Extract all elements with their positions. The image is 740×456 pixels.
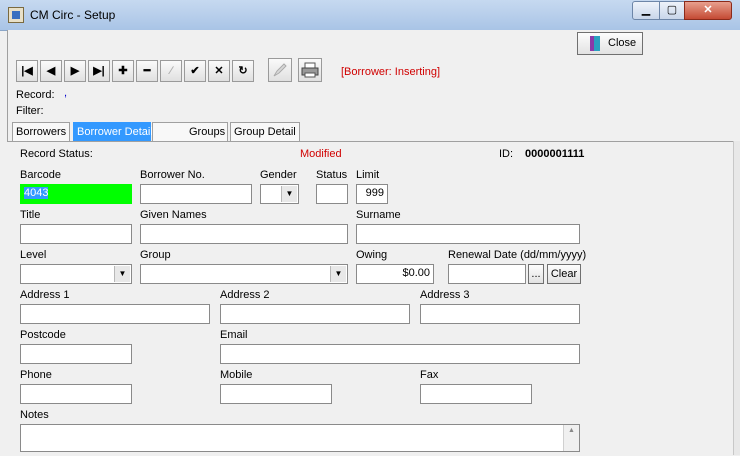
printer-icon	[301, 62, 319, 78]
panel-scrollbar[interactable]	[733, 141, 740, 455]
notes-textarea[interactable]: ▲	[20, 424, 580, 452]
clear-date-button[interactable]: Clear	[547, 264, 581, 284]
level-label: Level	[20, 249, 47, 261]
tab-borrower-detail[interactable]: Borrower Detail	[73, 122, 153, 141]
phone-label: Phone	[20, 369, 52, 381]
email-input[interactable]	[220, 344, 580, 364]
tab-group-detail[interactable]: Group Detail	[230, 122, 300, 141]
tab-groups[interactable]: Groups	[152, 122, 228, 141]
record-value: ,	[64, 87, 68, 99]
borrower-no-input[interactable]	[140, 184, 252, 204]
pencil-icon	[273, 63, 287, 77]
fax-input[interactable]	[420, 384, 532, 404]
mobile-label: Mobile	[220, 369, 253, 381]
renewal-date-label: Renewal Date (dd/mm/yyyy)	[448, 249, 587, 261]
surname-label: Surname	[356, 209, 401, 221]
door-exit-icon	[590, 36, 600, 51]
insert-record-button[interactable]: ✚	[112, 60, 134, 82]
address2-label: Address 2	[220, 289, 270, 301]
owing-input[interactable]: $0.00	[356, 264, 434, 284]
status-label: Status	[316, 169, 348, 181]
borrower-no-label: Borrower No.	[140, 169, 205, 181]
address2-input[interactable]	[220, 304, 410, 324]
window-close-button[interactable]: ✕	[684, 1, 732, 20]
id-label: ID:	[499, 148, 514, 160]
edit-form-button[interactable]	[268, 58, 292, 82]
tab-borrowers[interactable]: Borrowers	[12, 122, 70, 141]
notes-label: Notes	[20, 409, 49, 421]
address3-input[interactable]	[420, 304, 580, 324]
address1-label: Address 1	[20, 289, 70, 301]
gender-label: Gender	[260, 169, 297, 181]
close-button[interactable]: Close	[577, 32, 643, 55]
id-value: 0000001111	[525, 148, 585, 160]
chevron-down-icon: ▼	[114, 266, 130, 282]
print-button[interactable]	[298, 58, 322, 82]
minimize-button[interactable]: ▁	[632, 1, 660, 20]
scroll-up-icon[interactable]: ▲	[564, 425, 579, 437]
gender-select[interactable]: ▼	[260, 184, 299, 204]
postcode-input[interactable]	[20, 344, 132, 364]
mobile-input[interactable]	[220, 384, 332, 404]
window-title: CM Circ - Setup	[30, 8, 116, 22]
limit-label: Limit	[356, 169, 380, 181]
postcode-label: Postcode	[20, 329, 66, 341]
close-icon: ✕	[703, 4, 713, 16]
title-input[interactable]	[20, 224, 132, 244]
barcode-label: Barcode	[20, 169, 61, 181]
filter-label: Filter:	[16, 105, 44, 117]
cancel-edit-button[interactable]: ✕	[208, 60, 230, 82]
chevron-down-icon: ▼	[281, 186, 297, 202]
group-select[interactable]: ▼	[140, 264, 348, 284]
record-status-value: Modified	[300, 148, 342, 160]
date-picker-button[interactable]: ...	[528, 264, 544, 284]
email-label: Email	[220, 329, 248, 341]
record-status-label: Record Status:	[20, 148, 93, 160]
address3-label: Address 3	[420, 289, 470, 301]
prior-record-button[interactable]: ◀	[40, 60, 62, 82]
title-bar: CM Circ - Setup ▁ ▢ ✕	[0, 0, 740, 31]
owing-label: Owing	[356, 249, 388, 261]
refresh-data-button[interactable]: ↻	[232, 60, 254, 82]
given-names-input[interactable]	[140, 224, 348, 244]
barcode-input[interactable]: 4043	[20, 184, 132, 204]
chevron-down-icon: ▼	[330, 266, 346, 282]
minimize-icon: ▁	[641, 4, 651, 16]
level-select[interactable]: ▼	[20, 264, 132, 284]
maximize-icon: ▢	[666, 4, 678, 16]
maximize-button[interactable]: ▢	[659, 1, 685, 20]
fax-label: Fax	[420, 369, 439, 381]
delete-record-button[interactable]: ━	[136, 60, 158, 82]
title-label: Title	[20, 209, 41, 221]
app-icon	[8, 7, 24, 23]
group-label: Group	[140, 249, 171, 261]
next-record-button[interactable]: ▶	[64, 60, 86, 82]
first-record-button[interactable]: |◀	[16, 60, 38, 82]
surname-input[interactable]	[356, 224, 580, 244]
dataset-state-label: [Borrower: Inserting]	[341, 66, 441, 78]
given-names-label: Given Names	[140, 209, 207, 221]
address1-input[interactable]	[20, 304, 210, 324]
close-button-label: Close	[608, 37, 637, 49]
limit-input[interactable]: 999	[356, 184, 388, 204]
phone-input[interactable]	[20, 384, 132, 404]
renewal-date-input[interactable]	[448, 264, 526, 284]
post-edit-button[interactable]: ✔	[184, 60, 206, 82]
notes-scrollbar[interactable]: ▲	[563, 425, 579, 451]
edit-record-button[interactable]: ∕	[160, 60, 182, 82]
status-input[interactable]	[316, 184, 348, 204]
last-record-button[interactable]: ▶|	[88, 60, 110, 82]
barcode-value: 4043	[24, 187, 49, 199]
record-label: Record:	[16, 89, 55, 101]
